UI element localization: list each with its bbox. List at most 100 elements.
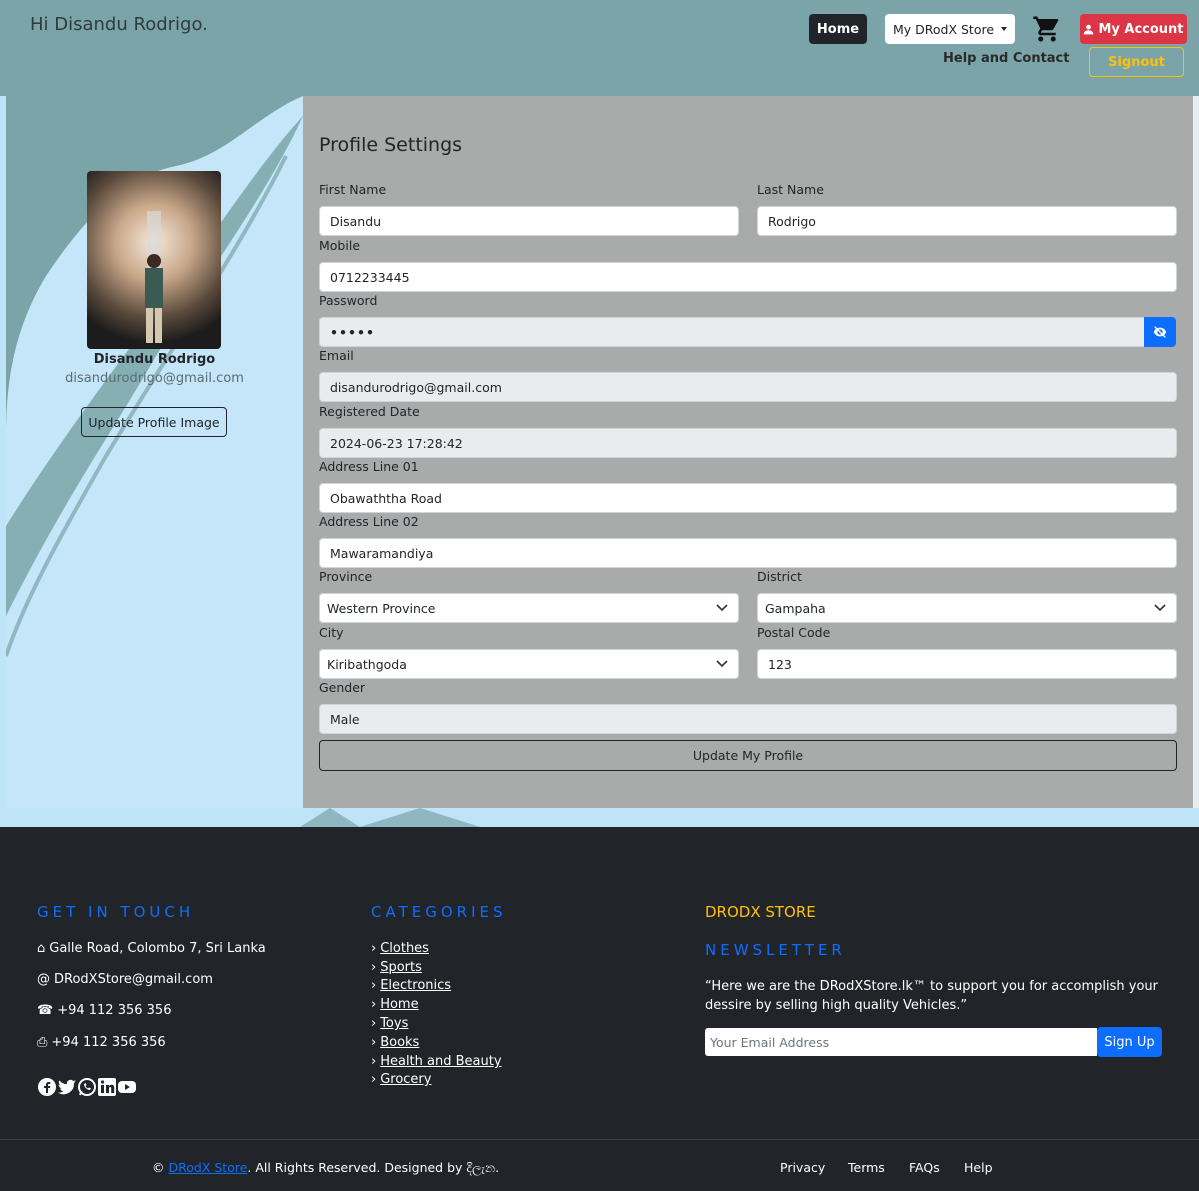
category-label: Health and Beauty xyxy=(380,1054,502,1069)
last-name-field[interactable]: Rodrigo xyxy=(757,206,1177,236)
my-store-dropdown[interactable]: My DRodX Store xyxy=(885,14,1015,44)
cart-icon[interactable] xyxy=(1032,14,1064,44)
address-line1-label: Address Line 01 xyxy=(319,459,419,474)
mobile-label: Mobile xyxy=(319,238,361,253)
newsletter-text: “Here we are the DRodXStore.lk™ to suppo… xyxy=(705,979,1159,1013)
designer-name: දිලැන. xyxy=(466,1160,500,1175)
city-select[interactable]: Kiribathgoda xyxy=(319,649,739,679)
contact-fax: ⎙ +94 112 356 356 xyxy=(37,1035,166,1050)
copyright-symbol: © xyxy=(152,1160,165,1175)
my-account-button[interactable]: My Account xyxy=(1080,14,1187,44)
contact-heading: GET IN TOUCH xyxy=(37,903,195,921)
linkedin-icon[interactable] xyxy=(97,1077,117,1097)
profile-name: Disandu Rodrigo xyxy=(93,352,216,367)
chevron-right-icon: › xyxy=(371,1035,377,1050)
user-icon xyxy=(1084,24,1094,34)
email-field: disandurodrigo@gmail.com xyxy=(319,372,1177,402)
settings-title: Profile Settings xyxy=(319,134,463,156)
address-line2-field[interactable]: Mawaramandiya xyxy=(319,538,1177,568)
my-account-label: My Account xyxy=(1098,21,1184,37)
contact-phone: ☎ +94 112 356 356 xyxy=(37,1003,171,1018)
category-label: Sports xyxy=(380,960,422,975)
category-link-books[interactable]: › Books xyxy=(371,1035,419,1050)
home-button[interactable]: Home xyxy=(809,14,867,44)
district-value: Gampaha xyxy=(765,600,826,616)
category-link-electronics[interactable]: › Electronics xyxy=(371,978,451,993)
contact-address: ⌂ Galle Road, Colombo 7, Sri Lanka xyxy=(37,941,266,956)
brand-link[interactable]: DRodX Store xyxy=(168,1160,247,1175)
twitter-icon[interactable] xyxy=(57,1077,77,1097)
top-header: Hi Disandu Rodrigo. Home My DRodX Store … xyxy=(0,0,1199,96)
profile-settings-panel: Profile Settings First Name Disandu Last… xyxy=(303,96,1193,808)
signup-button[interactable]: Sign Up xyxy=(1097,1027,1162,1057)
signout-button[interactable]: Signout xyxy=(1089,47,1184,77)
privacy-link[interactable]: Privacy xyxy=(780,1160,825,1175)
password-label: Password xyxy=(319,293,378,308)
category-link-home[interactable]: › Home xyxy=(371,997,419,1012)
district-select[interactable]: Gampaha xyxy=(757,593,1177,623)
province-value: Western Province xyxy=(327,600,436,616)
toggle-password-button[interactable] xyxy=(1144,317,1176,347)
email-label: Email xyxy=(319,348,354,363)
category-link-health-beauty[interactable]: › Health and Beauty xyxy=(371,1054,502,1069)
contact-email: @ DRodXStore@gmail.com xyxy=(37,972,213,987)
update-profile-button[interactable]: Update My Profile xyxy=(319,740,1177,771)
chevron-down-icon xyxy=(716,660,728,668)
contact-email-text: DRodXStore@gmail.com xyxy=(54,972,213,987)
whatsapp-icon[interactable] xyxy=(77,1077,97,1097)
registered-date-label: Registered Date xyxy=(319,404,420,419)
fax-icon: ⎙ xyxy=(37,1035,48,1050)
address-line1-field[interactable]: Obawaththa Road xyxy=(319,483,1177,513)
chevron-down-icon xyxy=(1154,604,1166,612)
help-contact-link[interactable]: Help and Contact xyxy=(943,51,1069,66)
registered-date-field: 2024-06-23 17:28:42 xyxy=(319,428,1177,458)
gender-field: Male xyxy=(319,704,1177,734)
category-label: Grocery xyxy=(380,1072,432,1087)
category-label: Home xyxy=(380,997,419,1012)
terms-link[interactable]: Terms xyxy=(848,1160,885,1175)
copyright-text: © DRodX Store. All Rights Reserved. Desi… xyxy=(152,1160,499,1176)
home-icon: ⌂ xyxy=(37,941,46,956)
footer: GET IN TOUCH ⌂ Galle Road, Colombo 7, Sr… xyxy=(0,827,1199,1191)
newsletter-heading: NEWSLETTER xyxy=(705,941,846,959)
panel-edge xyxy=(1193,96,1199,808)
update-profile-image-button[interactable]: Update Profile Image xyxy=(81,407,227,437)
province-select[interactable]: Western Province xyxy=(319,593,739,623)
district-label: District xyxy=(757,569,802,584)
password-field[interactable]: ••••• xyxy=(319,317,1145,347)
at-icon: @ xyxy=(37,972,50,987)
category-link-sports[interactable]: › Sports xyxy=(371,960,422,975)
first-name-field[interactable]: Disandu xyxy=(319,206,739,236)
address-line2-label: Address Line 02 xyxy=(319,514,419,529)
last-name-label: Last Name xyxy=(757,182,824,197)
category-label: Toys xyxy=(380,1016,409,1031)
postal-code-label: Postal Code xyxy=(757,625,831,640)
province-label: Province xyxy=(319,569,373,584)
category-link-clothes[interactable]: › Clothes xyxy=(371,941,429,956)
social-links xyxy=(37,1077,137,1097)
category-link-toys[interactable]: › Toys xyxy=(371,1016,408,1031)
chevron-right-icon: › xyxy=(371,960,377,975)
category-label: Electronics xyxy=(380,978,452,993)
chevron-right-icon: › xyxy=(371,978,377,993)
main-area: Disandu Rodrigo disandurodrigo@gmail.com… xyxy=(0,96,1199,827)
youtube-icon[interactable] xyxy=(117,1077,137,1097)
category-label: Clothes xyxy=(380,941,429,956)
profile-avatar xyxy=(87,171,221,349)
mobile-field[interactable]: 0712233445 xyxy=(319,262,1177,292)
postal-code-field[interactable]: 123 xyxy=(757,649,1177,679)
greeting-text: Hi Disandu Rodrigo. xyxy=(30,14,208,35)
category-link-grocery[interactable]: › Grocery xyxy=(371,1072,431,1087)
chevron-right-icon: › xyxy=(371,1016,377,1031)
newsletter-email-input[interactable]: Your Email Address xyxy=(705,1028,1097,1056)
help-link[interactable]: Help xyxy=(964,1160,993,1175)
contact-phone-text: +94 112 356 356 xyxy=(57,1003,172,1018)
faqs-link[interactable]: FAQs xyxy=(909,1160,940,1175)
chevron-down-icon xyxy=(716,604,728,612)
city-value: Kiribathgoda xyxy=(327,656,407,672)
category-label: Books xyxy=(380,1035,420,1050)
categories-heading: CATEGORIES xyxy=(371,903,507,921)
profile-sidebar: Disandu Rodrigo disandurodrigo@gmail.com… xyxy=(6,96,303,808)
facebook-icon[interactable] xyxy=(37,1077,57,1097)
chevron-right-icon: › xyxy=(371,1054,377,1069)
